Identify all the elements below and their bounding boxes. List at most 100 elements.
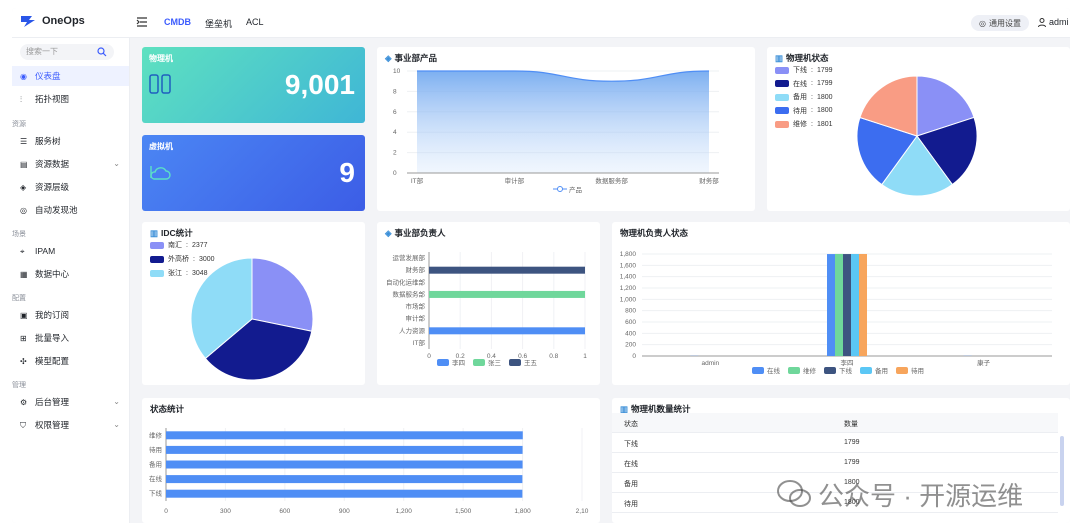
physical-machine-title: 物理机 — [149, 54, 173, 63]
y-tick-label: 1,600 — [620, 262, 637, 269]
x-tick-label: 李四 — [841, 358, 854, 367]
tab-acl[interactable]: ACL — [246, 17, 264, 30]
nav-section-label: 资源 — [12, 121, 26, 128]
x-tick-label: 0 — [164, 508, 168, 515]
y-tick-label: 6 — [393, 109, 397, 116]
status-cell: 待用 — [624, 501, 638, 508]
y-tick-label: 数据服务部 — [393, 289, 426, 298]
bar — [166, 460, 523, 469]
y-tick-label: 8 — [393, 88, 397, 95]
status-cell: 备用 — [624, 481, 638, 488]
y-tick-label: 400 — [625, 330, 636, 337]
sidebar-item-subscribe[interactable]: ▣ 我的订阅 — [12, 305, 129, 325]
tab-bastion[interactable]: 堡垒机 — [205, 17, 232, 30]
idc-pie-chart — [190, 257, 314, 381]
sidebar-item-label: 权限管理 — [35, 420, 70, 430]
dept-products-chart: 0 2 4 6 8 10 IT部 审计部 数据服务部 财务部产品 — [393, 68, 719, 194]
chevron-down-icon[interactable]: ⌄ — [113, 397, 120, 406]
y-tick-label: 1,800 — [620, 251, 637, 258]
watermark-text: 公众号 · 开源运维 — [818, 480, 1024, 511]
legend-swatch — [752, 367, 764, 374]
menu-collapse-icon[interactable] — [136, 16, 148, 28]
sidebar-item-datacenter[interactable]: ▦ 数据中心 — [12, 264, 129, 284]
sidebar-item-admin[interactable]: ⚙ 后台管理 ⌄ — [12, 392, 129, 412]
dept-products-card: ◈ 事业部产品 0 2 4 6 8 10 IT部 审计部 数据服务部 财务部 产品 — [377, 47, 755, 211]
x-tick-label: 数据服务部 — [595, 176, 628, 185]
search-icon[interactable] — [97, 47, 107, 57]
sidebar-item-topology[interactable]: ⫶ 拓扑视图 — [12, 89, 129, 109]
y-tick-label: 0 — [393, 170, 397, 177]
x-tick-label: 0.2 — [456, 353, 465, 360]
chevron-down-icon[interactable]: ⌄ — [113, 159, 120, 168]
bar — [827, 254, 835, 356]
y-tick-label: 800 — [625, 308, 636, 315]
sidebar-item-model[interactable]: ✣ 模型配置 — [12, 351, 129, 371]
legend-label: 李四 — [452, 358, 465, 367]
count-cell: 1799 — [844, 459, 860, 466]
y-tick-label: 审计部 — [406, 314, 426, 323]
sidebar-item-layers[interactable]: ◈ 资源层级 — [12, 177, 129, 197]
physical-machine-card[interactable]: 物理机 9,001 — [142, 47, 365, 123]
watermark: 公众号 · 开源运维 — [776, 474, 1066, 514]
legend-swatch — [824, 367, 836, 374]
status-stats-card: 状态统计 0 300 600 900 1,200 1,500 1,800 2,10 维修 待用 备用… — [142, 398, 600, 523]
general-settings-button[interactable]: ◎ 通用设置 — [971, 15, 1029, 31]
sidebar-item-label: 仪表盘 — [35, 71, 61, 81]
user-menu[interactable]: admi — [1038, 17, 1069, 27]
y-tick-label: 维修 — [149, 430, 163, 439]
user-icon — [1038, 17, 1046, 27]
legend-label: 在线 — [767, 366, 781, 375]
x-tick-label: 1,500 — [455, 508, 472, 515]
nav-section-label: 管理 — [12, 382, 26, 389]
sidebar: 搜索一下 ◉ 仪表盘 ⫶ 拓扑视图 资源 ☰ 服务树 ▤ 资源数据 ⌄ ◈ 资源层级 ◎ 自动发现池 场景 ⌖… — [12, 38, 130, 523]
sidebar-item-label: 我的订阅 — [35, 310, 70, 320]
x-tick-label: 2,10 — [576, 508, 589, 515]
sidebar-item-discover[interactable]: ◎ 自动发现池 — [12, 200, 129, 220]
settings-icon: ◎ — [979, 18, 986, 28]
x-tick-label: 1,800 — [514, 508, 531, 515]
sidebar-item-tree[interactable]: ☰ 服务树 — [12, 131, 129, 151]
x-tick-label: 600 — [279, 508, 290, 515]
app-window: OneOps CMDB 堡垒机 ACL ◎ 通用设置 admi 搜索一下 ◉ 仪表… — [12, 8, 1070, 523]
pm-owner-status-chart: 0 200 400 600 800 1,000 1,200 1,400 1,600 1,800 ad… — [620, 251, 1052, 375]
idc-slice — [251, 257, 314, 332]
physical-machine-count: 9,001 — [284, 69, 355, 100]
y-tick-label: 4 — [393, 129, 397, 136]
y-tick-label: IT部 — [413, 338, 426, 347]
sidebar-item-import[interactable]: ⊞ 批量导入 — [12, 328, 129, 348]
settings-label: 通用设置 — [988, 18, 1021, 28]
sidebar-item-permission[interactable]: ⛉ 权限管理 ⌄ — [12, 415, 129, 435]
tree-icon: ☰ — [20, 136, 28, 146]
y-tick-label: 备用 — [149, 460, 162, 469]
wechat-icon — [777, 480, 811, 507]
sidebar-item-ipam[interactable]: ⌖ IPAM — [12, 241, 129, 261]
tab-cmdb[interactable]: CMDB — [164, 17, 191, 30]
logo[interactable]: OneOps — [20, 14, 85, 28]
x-tick-label: 1,200 — [396, 508, 413, 515]
sidebar-item-label: 数据中心 — [35, 269, 70, 279]
server-icon — [149, 74, 171, 94]
idc-card: ▥ IDC统计 南汇:2377 外高桥:3000 张江:3048 — [142, 222, 365, 385]
y-tick-label: 600 — [625, 319, 636, 326]
bar — [429, 327, 585, 335]
topology-icon: ⫶ — [20, 94, 22, 104]
legend-label: 下线 — [839, 366, 853, 375]
virtual-machine-count: 9 — [339, 157, 355, 188]
x-tick-label: 康子 — [977, 358, 991, 367]
x-tick-label: 900 — [339, 508, 350, 515]
virtual-machine-card[interactable]: 虚拟机 9 — [142, 135, 365, 211]
sidebar-item-data[interactable]: ▤ 资源数据 ⌄ — [12, 154, 129, 174]
chevron-down-icon[interactable]: ⌄ — [113, 420, 120, 429]
data-icon: ▤ — [20, 159, 28, 169]
dept-owner-card: ◈ 事业部负责人 0 0.2 0.4 0.6 0.8 1 运营发展部 财务部 自动化运维部 数据服务… — [377, 222, 600, 385]
bar — [166, 489, 523, 498]
table-row: 在线 1799 — [612, 453, 1058, 473]
legend-label: 维修 — [803, 366, 817, 375]
sidebar-item-label: 资源层级 — [35, 182, 70, 192]
legend-label: 待用 — [911, 366, 924, 375]
y-tick-label: 财务部 — [406, 265, 426, 274]
y-tick-label: 自动化运维部 — [386, 277, 426, 286]
search-input[interactable]: 搜索一下 — [20, 44, 114, 60]
sidebar-item-dashboard[interactable]: ◉ 仪表盘 — [12, 66, 129, 86]
sidebar-item-label: 模型配置 — [35, 356, 70, 366]
